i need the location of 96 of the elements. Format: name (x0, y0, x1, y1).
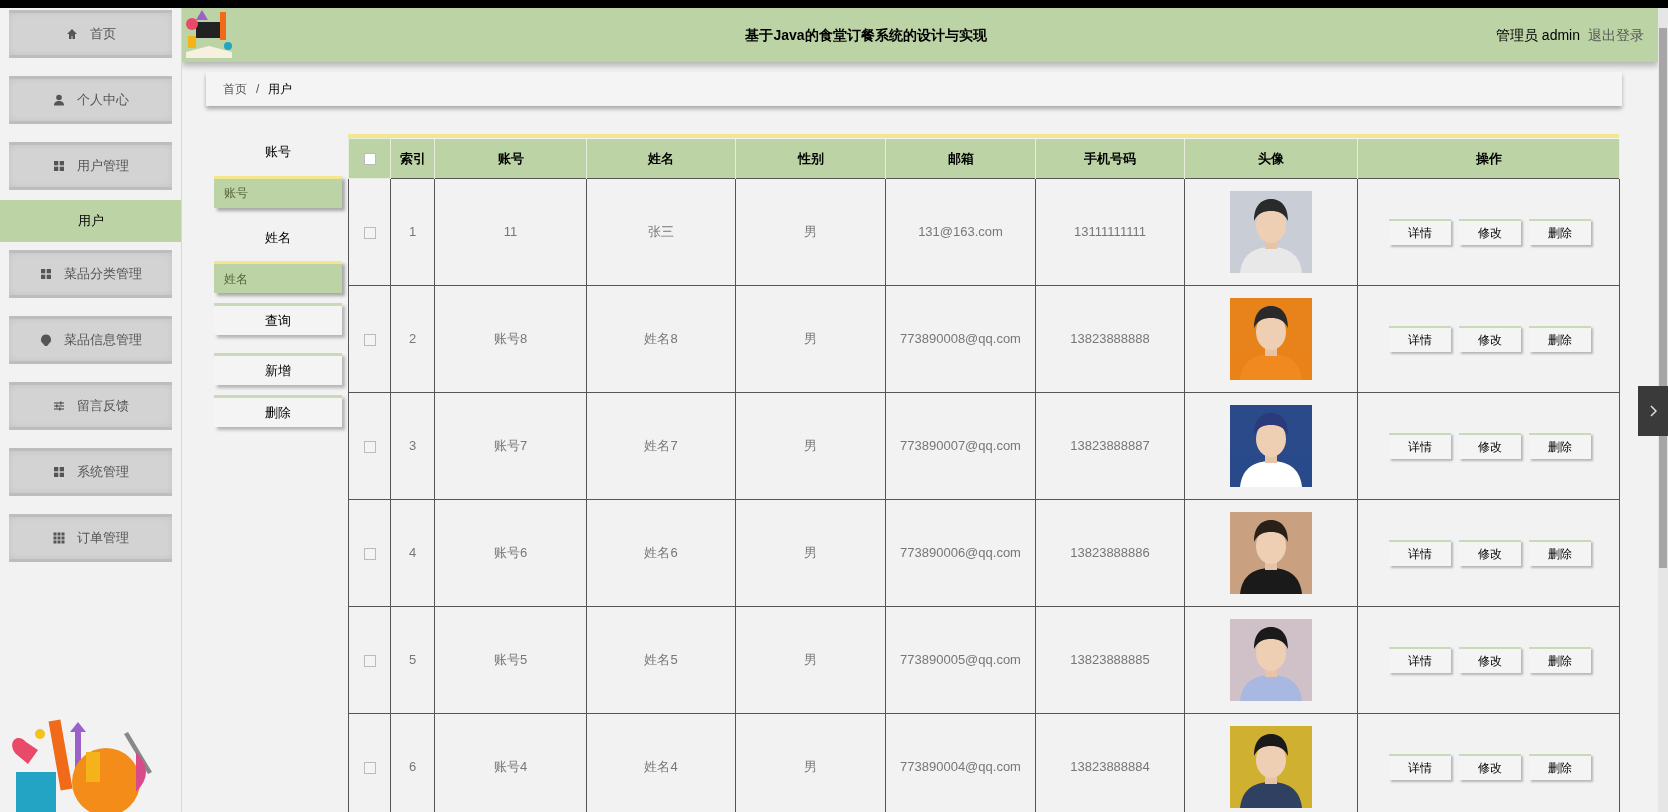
action-button[interactable]: 删除 (214, 395, 342, 427)
user-name: 管理员 admin (1495, 25, 1580, 45)
bulb-icon (39, 334, 52, 346)
table-cell: 男 (735, 178, 886, 286)
logout-link[interactable]: 退出登录 (1588, 24, 1644, 46)
row-action-button[interactable]: 删除 (1528, 647, 1591, 673)
table-cell: 账号8 (434, 285, 587, 393)
row-action-button[interactable]: 删除 (1528, 219, 1591, 245)
row-action-button[interactable]: 删除 (1528, 326, 1591, 352)
home-icon (65, 28, 78, 40)
checkbox[interactable] (363, 761, 376, 774)
input-field[interactable]: 姓名 (214, 261, 342, 293)
breadcrumb-link[interactable]: 首页 (223, 80, 247, 98)
table-cell: 3 (390, 392, 435, 500)
table-cell: 13823888887 (1035, 392, 1185, 500)
table-cell: 1 (390, 178, 435, 286)
column-header: 头像 (1184, 138, 1358, 179)
checkbox[interactable] (363, 547, 376, 560)
table-cell: 账号5 (434, 606, 587, 714)
checkbox[interactable] (363, 226, 376, 239)
row-action-button[interactable]: 详情 (1388, 647, 1451, 673)
checkbox[interactable] (363, 153, 376, 166)
table-cell: 男 (735, 392, 886, 500)
table-cell: 11 (434, 178, 587, 286)
table-cell: 13111111111 (1035, 178, 1185, 286)
checkbox[interactable] (363, 440, 376, 453)
user-icon (52, 94, 65, 106)
breadcrumb-separator: / (256, 81, 260, 98)
menu-item[interactable]: 系统管理 (9, 448, 172, 496)
row-action-button[interactable]: 修改 (1458, 219, 1521, 245)
breadcrumb-current: 用户 (268, 81, 293, 98)
grid-icon (52, 160, 65, 172)
grid-icon (52, 466, 65, 478)
grid-icon (39, 268, 52, 280)
table-cell: 773890006@qq.com (885, 499, 1036, 607)
table-cell: 姓名5 (586, 606, 736, 714)
table-cell: 姓名7 (586, 392, 736, 500)
column-header: 索引 (390, 138, 435, 179)
app-title: 基于Java的食堂订餐系统的设计与实现 (745, 25, 987, 45)
column-header: 性别 (735, 138, 886, 179)
input-field[interactable]: 账号 (214, 175, 342, 208)
table-cell: 男 (735, 499, 886, 607)
action-button[interactable]: 新增 (214, 353, 342, 385)
table-cell: 男 (735, 606, 886, 714)
field-label: 账号 (264, 143, 292, 161)
row-action-button[interactable]: 修改 (1458, 647, 1521, 673)
table-cell: 4 (390, 499, 435, 607)
column-header: 操作 (1357, 138, 1620, 179)
menu-item[interactable]: 订单管理 (9, 514, 172, 562)
sliders-icon (52, 400, 65, 412)
chevron-right-icon (1649, 405, 1657, 417)
row-action-button[interactable]: 详情 (1388, 754, 1451, 780)
column-header: 账号 (434, 138, 587, 179)
table-cell: 姓名6 (586, 499, 736, 607)
row-action-button[interactable]: 删除 (1528, 433, 1591, 459)
table-cell: 2 (390, 285, 435, 393)
table-cell: 773890007@qq.com (885, 392, 1036, 500)
scrollbar[interactable] (1658, 8, 1668, 812)
row-action-button[interactable]: 详情 (1388, 540, 1451, 566)
menu-item[interactable]: 菜品信息管理 (9, 316, 172, 364)
expand-button[interactable] (1638, 386, 1668, 436)
table-cell: 男 (735, 285, 886, 393)
row-action-button[interactable]: 详情 (1388, 326, 1451, 352)
row-action-button[interactable]: 删除 (1528, 540, 1591, 566)
row-action-button[interactable]: 详情 (1388, 433, 1451, 459)
table-cell: 13823888885 (1035, 606, 1185, 714)
table-cell: 131@163.com (885, 178, 1036, 286)
field-label: 姓名 (264, 228, 292, 247)
table-cell: 773890008@qq.com (885, 285, 1036, 393)
column-header: 姓名 (586, 138, 736, 179)
column-header: 手机号码 (1035, 138, 1185, 179)
menu-item[interactable]: 用户 (0, 200, 181, 242)
table-cell: 773890005@qq.com (885, 606, 1036, 714)
row-action-button[interactable]: 详情 (1388, 219, 1451, 245)
row-action-button[interactable]: 删除 (1528, 754, 1591, 780)
menu-item[interactable]: 个人中心 (9, 76, 172, 124)
table-cell: 账号7 (434, 392, 587, 500)
menu-item[interactable]: 首页 (9, 10, 172, 58)
table-cell: 账号6 (434, 499, 587, 607)
checkbox[interactable] (363, 333, 376, 346)
table-cell: 姓名8 (586, 285, 736, 393)
table-cell: 13823888886 (1035, 499, 1185, 607)
row-action-button[interactable]: 修改 (1458, 433, 1521, 459)
column-header: 邮箱 (885, 138, 1036, 179)
row-action-button[interactable]: 修改 (1458, 540, 1521, 566)
action-button[interactable]: 查询 (214, 303, 342, 335)
menu-item[interactable]: 留言反馈 (9, 382, 172, 430)
row-action-button[interactable]: 修改 (1458, 326, 1521, 352)
menu-item[interactable]: 用户管理 (9, 142, 172, 190)
row-action-button[interactable]: 修改 (1458, 754, 1521, 780)
table-cell: 张三 (586, 178, 736, 286)
grid-icon (52, 532, 65, 544)
checkbox[interactable] (363, 654, 376, 667)
menu-item[interactable]: 菜品分类管理 (9, 250, 172, 298)
table-cell: 13823888888 (1035, 285, 1185, 393)
table-cell: 5 (390, 606, 435, 714)
